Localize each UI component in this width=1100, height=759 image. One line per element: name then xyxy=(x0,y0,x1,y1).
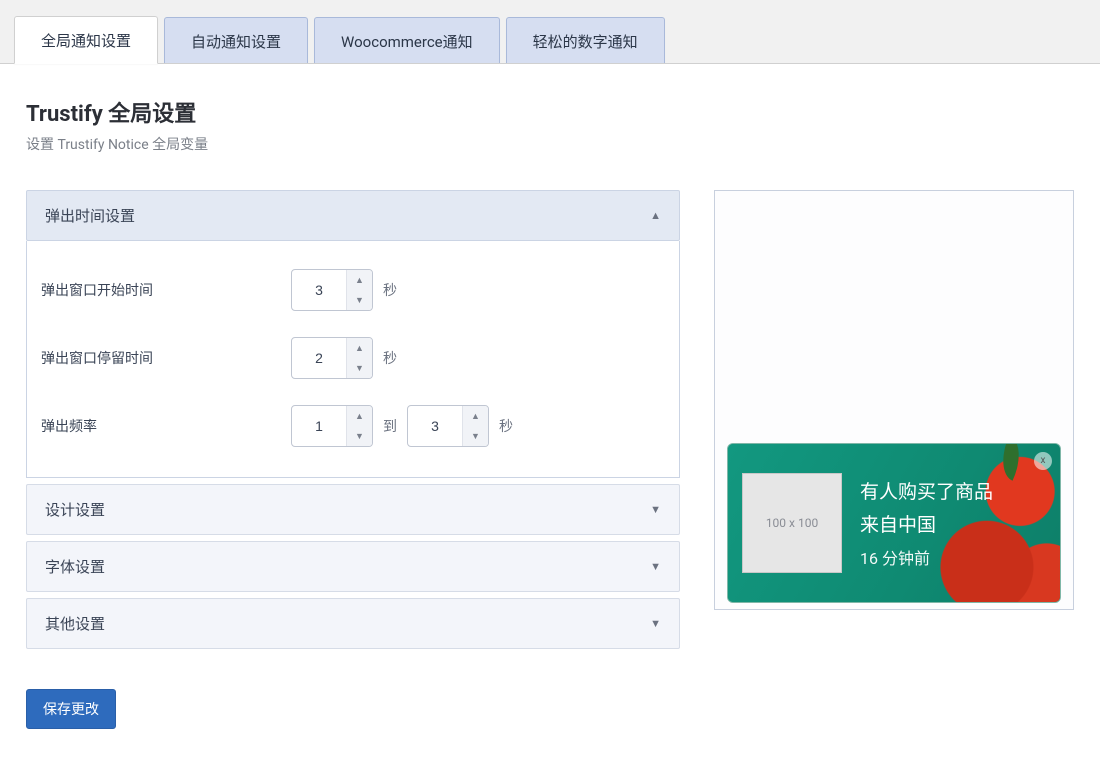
spin-up-icon[interactable]: ▲ xyxy=(347,270,372,290)
spin-down-icon[interactable]: ▼ xyxy=(347,426,372,446)
preview-thumb-placeholder: 100 x 100 xyxy=(742,473,842,573)
tab-auto-notice[interactable]: 自动通知设置 xyxy=(164,17,308,64)
page-subtitle: 设置 Trustify Notice 全局变量 xyxy=(26,134,1074,154)
acc-header-popup-time[interactable]: 弹出时间设置 ▲ xyxy=(26,190,680,241)
acc-title: 弹出时间设置 xyxy=(45,205,135,226)
input-frequency-from-field[interactable] xyxy=(292,406,346,446)
input-stay-time-field[interactable] xyxy=(292,338,346,378)
tab-global-notice[interactable]: 全局通知设置 xyxy=(14,16,158,64)
spin-up-icon[interactable]: ▲ xyxy=(347,338,372,358)
input-start-time-field[interactable] xyxy=(292,270,346,310)
input-start-time[interactable]: ▲▼ xyxy=(291,269,373,311)
input-stay-time[interactable]: ▲▼ xyxy=(291,337,373,379)
preview-panel: x 100 x 100 有人购买了商品 来自中国 16 分钟前 xyxy=(714,190,1074,610)
label-start-time: 弹出窗口开始时间 xyxy=(41,280,291,300)
input-frequency-to[interactable]: ▲▼ xyxy=(407,405,489,447)
acc-header-font[interactable]: 字体设置 ▼ xyxy=(26,541,680,592)
chevron-down-icon: ▼ xyxy=(650,617,661,630)
spin-down-icon[interactable]: ▼ xyxy=(463,426,488,446)
spin-up-icon[interactable]: ▲ xyxy=(347,406,372,426)
preview-notice: x 100 x 100 有人购买了商品 来自中国 16 分钟前 xyxy=(727,443,1061,603)
label-frequency: 弹出频率 xyxy=(41,416,291,436)
input-frequency-from[interactable]: ▲▼ xyxy=(291,405,373,447)
acc-title: 字体设置 xyxy=(45,556,105,577)
chevron-down-icon: ▼ xyxy=(650,503,661,516)
spin-down-icon[interactable]: ▼ xyxy=(347,290,372,310)
unit-seconds: 秒 xyxy=(383,348,397,368)
acc-header-other[interactable]: 其他设置 ▼ xyxy=(26,598,680,649)
tab-edd-notice[interactable]: 轻松的数字通知 xyxy=(506,17,665,64)
acc-body-popup-time: 弹出窗口开始时间 ▲▼ 秒 弹出窗口停留时间 ▲▼ xyxy=(26,241,680,478)
acc-title: 设计设置 xyxy=(45,499,105,520)
tab-woocommerce-notice[interactable]: Woocommerce通知 xyxy=(314,17,500,64)
unit-seconds: 秒 xyxy=(383,280,397,300)
tab-label: 轻松的数字通知 xyxy=(533,33,638,51)
preview-line2: 来自中国 xyxy=(860,510,993,537)
tab-label: 全局通知设置 xyxy=(41,32,131,50)
label-to: 到 xyxy=(383,416,397,436)
preview-line1: 有人购买了商品 xyxy=(860,477,993,504)
input-frequency-to-field[interactable] xyxy=(408,406,462,446)
chevron-up-icon: ▲ xyxy=(650,209,661,222)
unit-seconds: 秒 xyxy=(499,416,513,436)
tab-label: 自动通知设置 xyxy=(191,33,281,51)
tab-label: Woocommerce通知 xyxy=(341,33,473,51)
spin-down-icon[interactable]: ▼ xyxy=(347,358,372,378)
tab-bar: 全局通知设置 自动通知设置 Woocommerce通知 轻松的数字通知 xyxy=(0,0,1100,64)
page-title: Trustify 全局设置 xyxy=(26,64,1074,128)
spin-up-icon[interactable]: ▲ xyxy=(463,406,488,426)
acc-title: 其他设置 xyxy=(45,613,105,634)
label-stay-time: 弹出窗口停留时间 xyxy=(41,348,291,368)
chevron-down-icon: ▼ xyxy=(650,560,661,573)
save-button[interactable]: 保存更改 xyxy=(26,689,116,729)
acc-header-design[interactable]: 设计设置 ▼ xyxy=(26,484,680,535)
preview-line3: 16 分钟前 xyxy=(860,545,993,569)
